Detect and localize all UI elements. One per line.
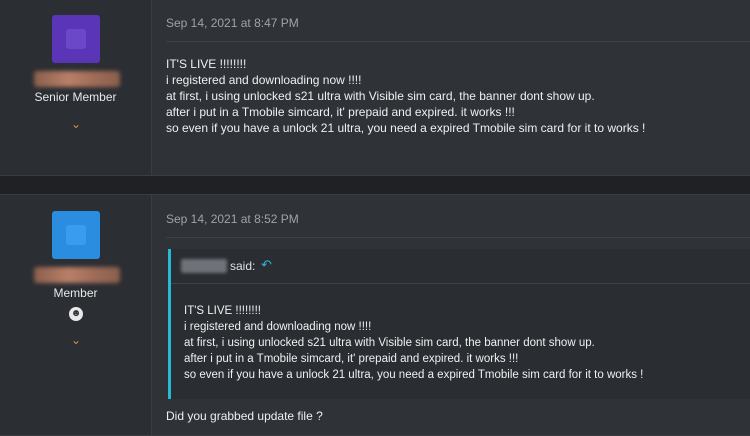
post-line: at first, i using unlocked s21 ultra wit… — [166, 89, 595, 103]
quote-block: said: ↶ IT'S LIVE !!!!!!!! i registered … — [168, 249, 750, 399]
chevron-down-icon[interactable]: ⌄ — [70, 118, 82, 130]
avatar[interactable] — [52, 211, 100, 259]
username-redacted[interactable] — [34, 267, 120, 283]
divider — [166, 41, 750, 42]
post-timestamp[interactable]: Sep 14, 2021 at 8:52 PM — [166, 212, 299, 226]
quoted-username-redacted[interactable] — [181, 259, 227, 273]
post-line: IT'S LIVE !!!!!!!! — [166, 57, 247, 71]
post-line: i registered and downloading now !!!! — [166, 73, 362, 87]
user-pane: Member ☻ ⌄ — [0, 195, 152, 435]
quote-line: at first, i using unlocked s21 ultra wit… — [184, 337, 595, 349]
post-content: Sep 14, 2021 at 8:52 PM said: ↶ IT'S LIV… — [152, 195, 750, 435]
quote-body: IT'S LIVE !!!!!!!! i registered and down… — [184, 303, 643, 383]
divider — [166, 237, 750, 238]
user-badge-icon[interactable]: ☻ — [69, 307, 83, 321]
reply-text: Did you grabbed update file ? — [166, 409, 323, 423]
said-label: said: — [230, 259, 256, 273]
avatar[interactable] — [52, 15, 100, 63]
post-content: Sep 14, 2021 at 8:47 PM IT'S LIVE !!!!!!… — [152, 0, 750, 175]
quote-line: i registered and downloading now !!!! — [184, 321, 372, 333]
user-pane: Senior Member ⌄ — [0, 0, 152, 175]
post-body: IT'S LIVE !!!!!!!! i registered and down… — [166, 56, 645, 136]
user-title: Member — [53, 286, 98, 300]
quote-line: after i put in a Tmobile simcard, it' pr… — [184, 353, 519, 365]
post-line: after i put in a Tmobile simcard, it' pr… — [166, 105, 515, 119]
jump-to-quote-icon[interactable]: ↶ — [261, 257, 272, 273]
post: Senior Member ⌄ Sep 14, 2021 at 8:47 PM … — [0, 0, 750, 176]
quote-line: IT'S LIVE !!!!!!!! — [184, 305, 261, 317]
quote-header: said: ↶ — [171, 249, 750, 284]
quote-line: so even if you have a unlock 21 ultra, y… — [184, 369, 644, 381]
post-timestamp[interactable]: Sep 14, 2021 at 8:47 PM — [166, 16, 299, 30]
username-redacted[interactable] — [34, 71, 120, 87]
chevron-down-icon[interactable]: ⌄ — [70, 334, 82, 346]
post-line: so even if you have a unlock 21 ultra, y… — [166, 121, 646, 135]
user-title: Senior Member — [34, 90, 117, 104]
post: Member ☻ ⌄ Sep 14, 2021 at 8:52 PM said:… — [0, 194, 750, 436]
